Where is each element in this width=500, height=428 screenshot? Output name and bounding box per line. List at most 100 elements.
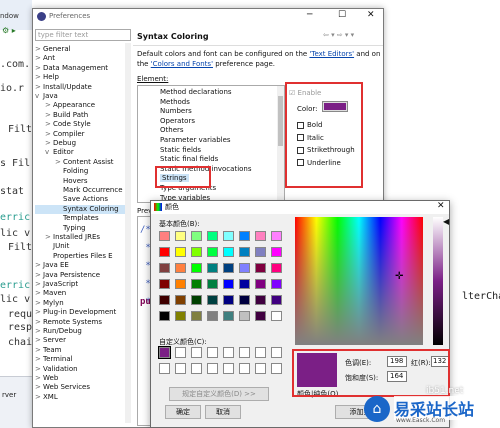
ok-button[interactable]: 确定 xyxy=(165,405,201,419)
tree-item[interactable]: Hovers xyxy=(35,177,88,186)
custom-color-swatch[interactable] xyxy=(239,363,250,374)
basic-color-swatch[interactable] xyxy=(271,311,282,321)
tree-toggle-icon[interactable]: > xyxy=(35,83,43,91)
custom-color-swatch[interactable] xyxy=(255,363,266,374)
basic-color-swatch[interactable] xyxy=(207,295,218,305)
tree-toggle-icon[interactable]: > xyxy=(35,261,43,269)
basic-color-swatch[interactable] xyxy=(191,231,202,241)
element-list-item[interactable]: Static fields xyxy=(160,146,201,154)
tree-item[interactable]: > Install/Update xyxy=(35,83,92,92)
tree-item[interactable]: > Java Persistence xyxy=(35,271,100,280)
basic-color-swatch[interactable] xyxy=(159,263,170,273)
tree-item[interactable]: > Server xyxy=(35,336,66,345)
tree-toggle-icon[interactable]: > xyxy=(35,64,43,72)
element-list-item[interactable]: Parameter variables xyxy=(160,136,231,144)
basic-color-swatch[interactable] xyxy=(255,295,266,305)
basic-color-swatch[interactable] xyxy=(223,311,234,321)
custom-color-swatch[interactable] xyxy=(191,363,202,374)
color-dialog-close[interactable]: ✕ xyxy=(437,201,445,211)
tree-item[interactable]: > Validation xyxy=(35,365,78,374)
basic-color-swatch[interactable] xyxy=(255,263,266,273)
tree-item[interactable]: Save Actions xyxy=(35,195,108,204)
basic-color-swatch[interactable] xyxy=(207,311,218,321)
tree-toggle-icon[interactable]: > xyxy=(45,111,53,119)
cancel-button[interactable]: 取消 xyxy=(205,405,241,419)
colors-fonts-link[interactable]: 'Colors and Fonts' xyxy=(151,60,213,68)
tree-toggle-icon[interactable]: > xyxy=(35,336,43,344)
tree-item[interactable]: > Data Management xyxy=(35,64,108,73)
tree-item[interactable]: > JavaScript xyxy=(35,280,78,289)
tree-item[interactable]: Mark Occurrence xyxy=(35,186,123,195)
tree-item[interactable]: > Run/Debug xyxy=(35,327,82,336)
tree-item[interactable]: > Compiler xyxy=(35,130,85,139)
element-list-item[interactable]: Methods xyxy=(160,98,190,106)
element-list-thumb[interactable] xyxy=(278,96,283,146)
tree-toggle-icon[interactable]: v xyxy=(45,148,53,156)
basic-color-swatch[interactable] xyxy=(239,231,250,241)
tree-toggle-icon[interactable]: > xyxy=(35,45,43,53)
tree-item[interactable]: Templates xyxy=(35,214,99,223)
tree-toggle-icon[interactable]: > xyxy=(35,365,43,373)
basic-color-swatch[interactable] xyxy=(175,231,186,241)
tree-toggle-icon[interactable]: > xyxy=(35,54,43,62)
basic-color-swatch[interactable] xyxy=(159,247,170,257)
tree-toggle-icon[interactable]: > xyxy=(35,280,43,288)
ide-toolbar-icons[interactable]: ⚙ ▸ xyxy=(2,26,28,36)
basic-color-swatch[interactable] xyxy=(175,311,186,321)
minimize-button[interactable]: ─ xyxy=(307,10,312,20)
custom-color-swatch[interactable] xyxy=(191,347,202,358)
tree-item[interactable]: > Build Path xyxy=(35,111,88,120)
tree-toggle-icon[interactable]: > xyxy=(35,355,43,363)
ide-menu-window[interactable]: ndow xyxy=(0,12,19,20)
tree-item[interactable]: > Web xyxy=(35,374,58,383)
tree-item[interactable]: > Maven xyxy=(35,289,66,298)
tree-item[interactable]: Folding xyxy=(35,167,88,176)
text-editors-link[interactable]: 'Text Editors' xyxy=(309,50,354,58)
basic-color-swatch[interactable] xyxy=(175,279,186,289)
nav-arrows[interactable]: ⇦ ▾ ⇨ ▾ ▾ xyxy=(323,31,354,39)
basic-color-swatch[interactable] xyxy=(271,231,282,241)
ide-tab-server[interactable]: rver xyxy=(2,391,16,399)
basic-color-swatch[interactable] xyxy=(159,295,170,305)
basic-color-swatch[interactable] xyxy=(207,263,218,273)
basic-color-swatch[interactable] xyxy=(223,279,234,289)
element-list-item[interactable]: Operators xyxy=(160,117,195,125)
tree-item[interactable]: v Java xyxy=(35,92,58,101)
basic-color-swatch[interactable] xyxy=(271,279,282,289)
element-list-item[interactable]: Others xyxy=(160,126,184,134)
basic-color-swatch[interactable] xyxy=(207,279,218,289)
custom-color-swatch[interactable] xyxy=(175,347,186,358)
luminance-arrow[interactable]: ◀ xyxy=(443,217,449,226)
tree-item[interactable]: > Web Services xyxy=(35,383,90,392)
tree-toggle-icon[interactable]: > xyxy=(45,101,53,109)
basic-color-swatch[interactable] xyxy=(239,311,250,321)
custom-color-swatch[interactable] xyxy=(271,363,282,374)
custom-color-swatch[interactable] xyxy=(159,363,170,374)
basic-color-swatch[interactable] xyxy=(255,279,266,289)
tree-scrollbar[interactable] xyxy=(125,43,131,423)
tree-toggle-icon[interactable]: > xyxy=(35,374,43,382)
tree-item[interactable]: > Appearance xyxy=(35,101,95,110)
tree-item[interactable]: > Mylyn xyxy=(35,299,64,308)
basic-color-swatch[interactable] xyxy=(223,247,234,257)
basic-color-swatch[interactable] xyxy=(191,279,202,289)
tree-item[interactable]: > Terminal xyxy=(35,355,73,364)
tree-toggle-icon[interactable]: > xyxy=(35,308,43,316)
tree-toggle-icon[interactable]: v xyxy=(35,92,43,100)
tree-toggle-icon[interactable]: > xyxy=(35,318,43,326)
tree-toggle-icon[interactable]: > xyxy=(45,139,53,147)
ide-bottom-tabs[interactable]: rver xyxy=(0,376,32,428)
tree-item[interactable]: Properties Files E xyxy=(35,252,113,261)
tree-toggle-icon[interactable]: > xyxy=(35,383,43,391)
custom-color-swatch[interactable] xyxy=(223,363,234,374)
tree-item[interactable]: > Plug-in Development xyxy=(35,308,116,317)
custom-color-swatch[interactable] xyxy=(271,347,282,358)
basic-color-swatch[interactable] xyxy=(191,247,202,257)
custom-color-swatch[interactable] xyxy=(239,347,250,358)
tree-toggle-icon[interactable]: > xyxy=(35,327,43,335)
tree-item[interactable]: > Installed JREs xyxy=(35,233,100,242)
color-spectrum[interactable]: ✛ xyxy=(295,217,423,345)
basic-color-swatch[interactable] xyxy=(223,295,234,305)
tree-toggle-icon[interactable]: > xyxy=(35,73,43,81)
custom-color-swatch[interactable] xyxy=(223,347,234,358)
